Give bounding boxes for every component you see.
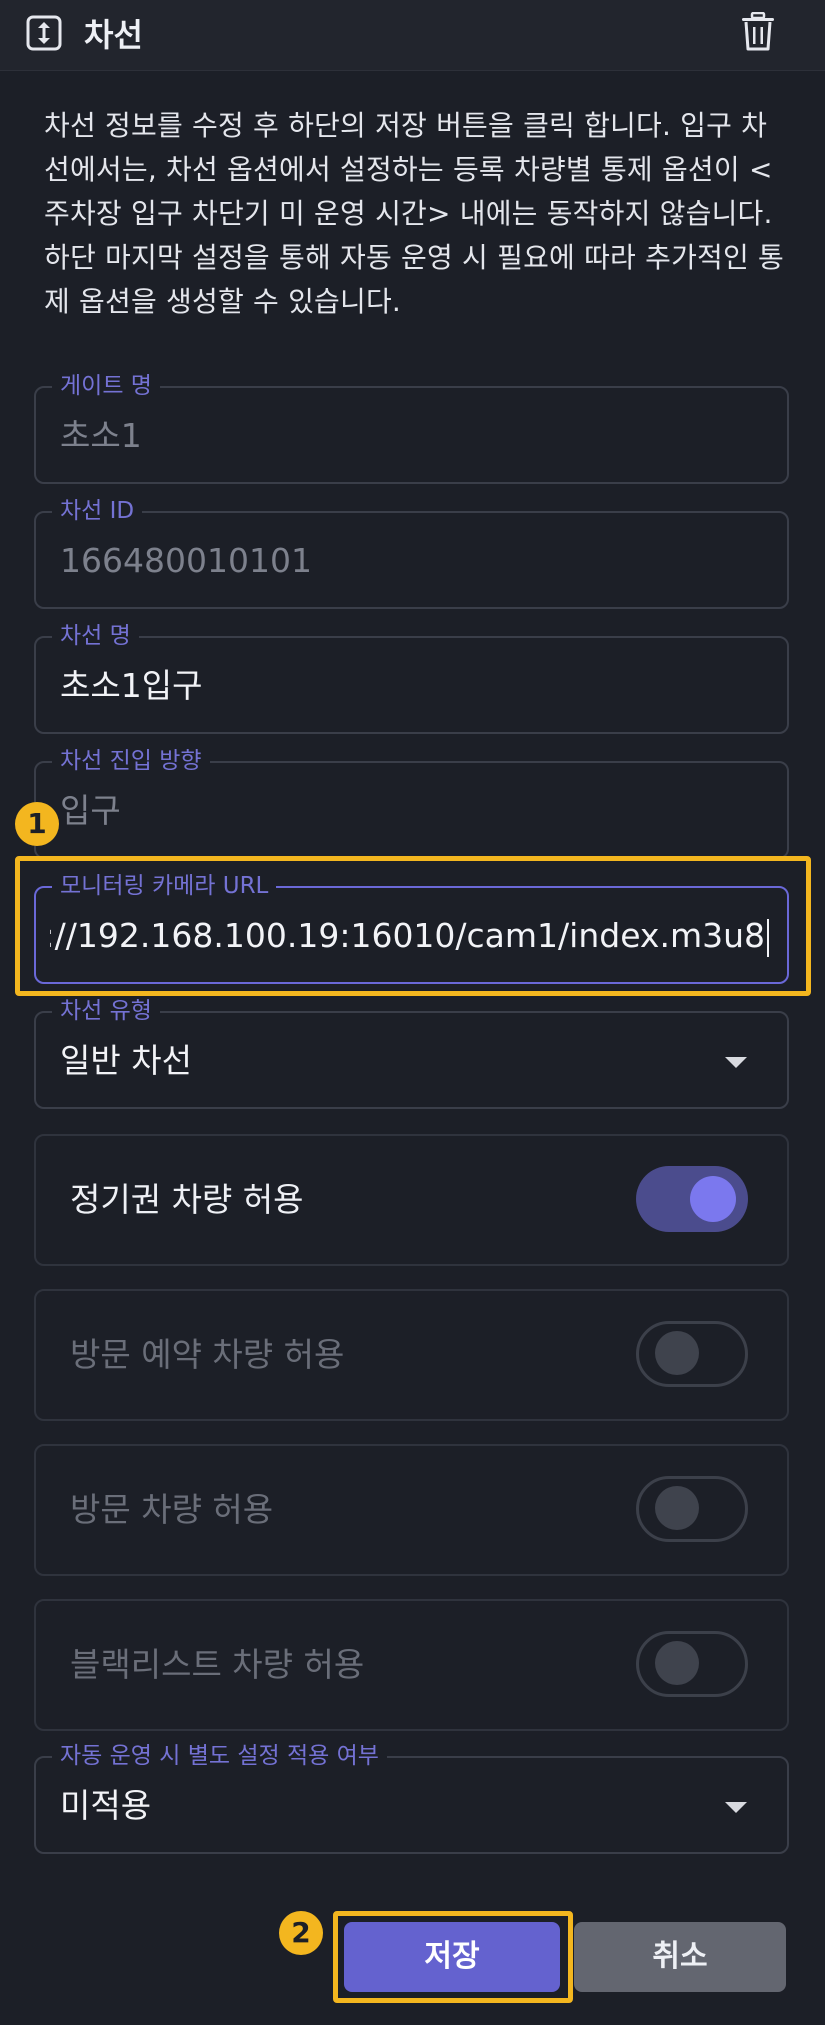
- switch-knob: [655, 1486, 699, 1530]
- switch-knob: [655, 1331, 699, 1375]
- toggle-row-visitor: 방문 차량 허용: [34, 1444, 789, 1576]
- lane-name-value[interactable]: 초소1입구: [60, 666, 202, 706]
- camera-url-input[interactable]: http://192.168.100.19:16010/cam1/index.m…: [50, 916, 769, 960]
- camera-url-label: 모니터링 카메라 URL: [52, 872, 277, 900]
- gate-name-label: 게이트 명: [52, 372, 160, 400]
- cancel-button[interactable]: 취소: [574, 1922, 786, 1992]
- dropdown-arrow-icon[interactable]: [725, 1057, 747, 1068]
- panel-header: 차선: [0, 0, 825, 71]
- auto-setting-select[interactable]: 자동 운영 시 별도 설정 적용 여부 미적용: [34, 1742, 789, 1854]
- switch-knob: [655, 1641, 699, 1685]
- lane-name-field[interactable]: 차선 명 초소1입구: [34, 622, 789, 734]
- save-button[interactable]: 저장: [344, 1922, 560, 1992]
- gate-name-field: 게이트 명 초소1: [34, 372, 789, 484]
- auto-setting-label: 자동 운영 시 별도 설정 적용 여부: [52, 1742, 387, 1770]
- lane-type-label: 차선 유형: [52, 997, 160, 1025]
- lane-direction-value: 입구: [60, 791, 121, 830]
- panel-title: 차선: [84, 16, 143, 54]
- toggle-row-season-pass: 정기권 차량 허용: [34, 1134, 789, 1266]
- visitor-switch[interactable]: [636, 1476, 748, 1542]
- switch-knob: [690, 1176, 736, 1222]
- lane-id-label: 차선 ID: [52, 497, 143, 525]
- lane-direction-field: 차선 진입 방향 입구: [34, 747, 789, 859]
- lane-type-select[interactable]: 차선 유형 일반 차선: [34, 997, 789, 1109]
- lane-type-value: 일반 차선: [60, 1041, 192, 1080]
- toggle-row-visit-reservation: 방문 예약 차량 허용: [34, 1289, 789, 1421]
- text-caret: [767, 918, 769, 957]
- lane-id-value: 166480010101: [60, 541, 312, 580]
- lane-name-label: 차선 명: [52, 622, 139, 650]
- visit-reservation-switch[interactable]: [636, 1321, 748, 1387]
- annotation-badge-2: 2: [279, 1911, 323, 1955]
- blacklist-label: 블랙리스트 차량 허용: [70, 1645, 365, 1684]
- dropdown-arrow-icon[interactable]: [725, 1802, 747, 1813]
- lane-direction-label: 차선 진입 방향: [52, 747, 210, 775]
- season-pass-label: 정기권 차량 허용: [70, 1180, 304, 1219]
- annotation-badge-1: 1: [15, 802, 59, 846]
- visit-reservation-label: 방문 예약 차량 허용: [70, 1335, 345, 1374]
- lane-id-field: 차선 ID 166480010101: [34, 497, 789, 609]
- season-pass-switch[interactable]: [636, 1166, 748, 1232]
- trash-icon[interactable]: [740, 12, 776, 52]
- auto-setting-value: 미적용: [60, 1786, 152, 1825]
- gate-name-value: 초소1: [60, 416, 142, 455]
- toggle-row-blacklist: 블랙리스트 차량 허용: [34, 1599, 789, 1731]
- visitor-label: 방문 차량 허용: [70, 1490, 274, 1529]
- camera-url-field[interactable]: 모니터링 카메라 URL http://192.168.100.19:16010…: [34, 872, 789, 984]
- camera-url-value: http://192.168.100.19:16010/cam1/index.m…: [50, 916, 765, 955]
- expand-collapse-icon[interactable]: [26, 15, 62, 51]
- description-text: 차선 정보를 수정 후 하단의 저장 버튼을 클릭 합니다. 입구 차선에서는,…: [44, 109, 785, 318]
- blacklist-switch[interactable]: [636, 1631, 748, 1697]
